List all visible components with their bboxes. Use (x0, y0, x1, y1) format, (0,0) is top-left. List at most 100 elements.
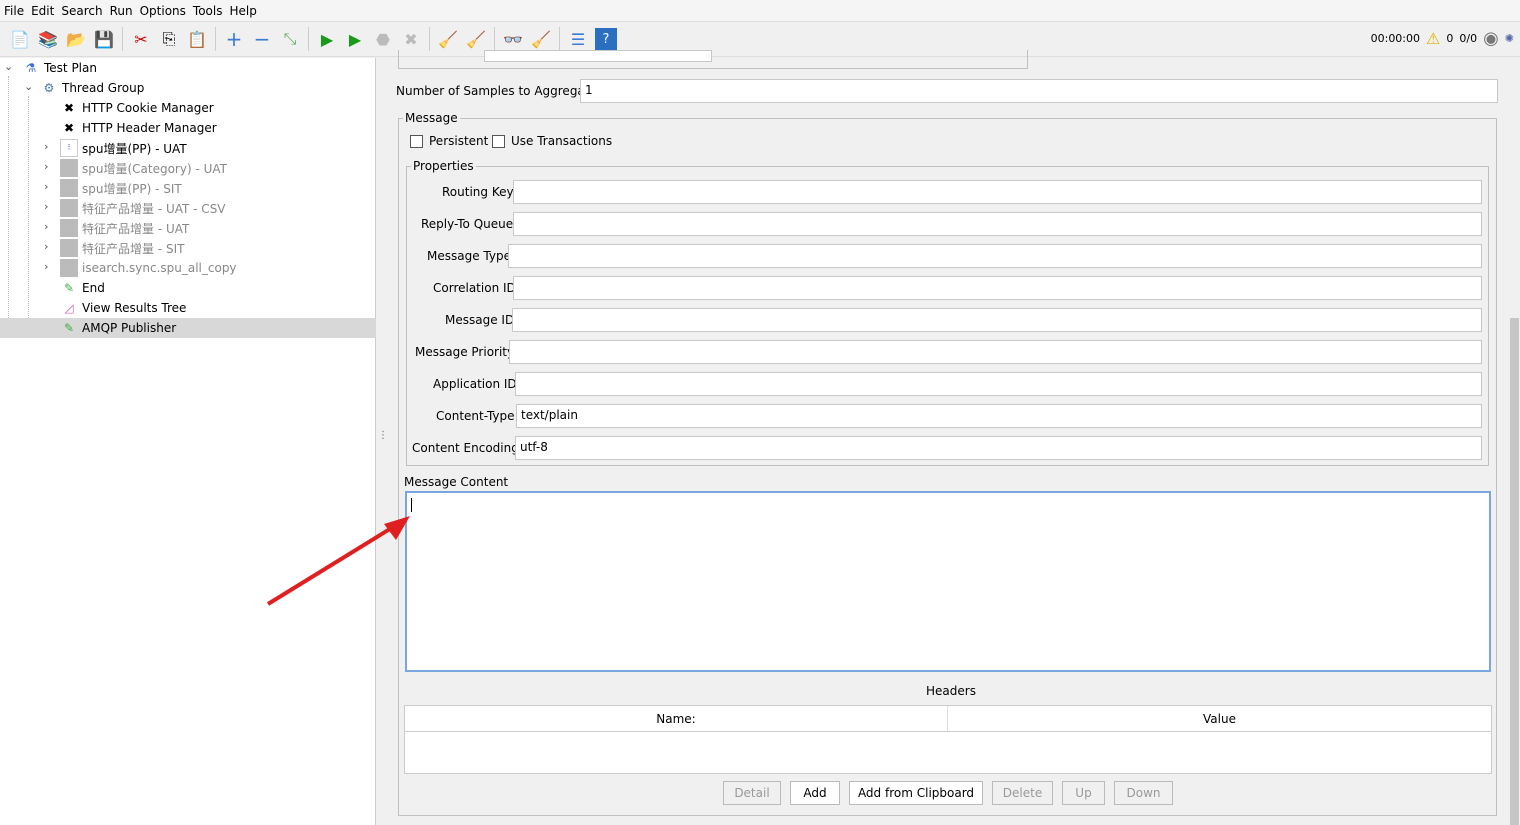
tree-node-controller-disabled[interactable]: isearch.sync.spu_all_copy (60, 258, 237, 278)
tree-node-controller-disabled[interactable]: 特征产品增量 - SIT (60, 238, 184, 258)
content-encoding-input[interactable]: utf-8 (515, 436, 1482, 460)
shutdown-icon[interactable]: ✖ (400, 28, 422, 50)
headers-title: Headers (926, 684, 976, 698)
reply-to-queue-input[interactable] (513, 212, 1482, 236)
open-icon[interactable]: 📂 (65, 28, 87, 50)
tree-node-amqp-publisher[interactable]: ✎ AMQP Publisher (0, 318, 376, 338)
menu-help[interactable]: Help (229, 4, 256, 18)
message-id-input[interactable] (512, 308, 1482, 332)
menu-bar: File Edit Search Run Options Tools Help (0, 0, 1520, 21)
message-type-input[interactable] (508, 244, 1482, 268)
content-type-input[interactable]: text/plain (516, 404, 1482, 428)
expand-chevron-icon[interactable]: › (44, 140, 48, 153)
expand-chevron-icon[interactable]: › (44, 180, 48, 193)
tree-node-controller-disabled[interactable]: 特征产品增量 - UAT (60, 218, 189, 238)
function-helper-icon[interactable]: ☰ (567, 28, 589, 50)
tree-node-controller-disabled[interactable]: spu增量(Category) - UAT (60, 158, 227, 178)
clear-icon[interactable]: 🧹 (437, 28, 459, 50)
elapsed-time: 00:00:00 (1370, 32, 1421, 45)
expand-chevron-icon[interactable]: › (44, 160, 48, 173)
add-from-clipboard-button[interactable]: Add from Clipboard (849, 781, 983, 805)
start-no-pause-icon[interactable]: ▶ (344, 28, 366, 50)
up-button[interactable]: Up (1062, 781, 1105, 805)
error-count: 0 (1446, 32, 1454, 45)
tree-node-view-results-tree[interactable]: ◿ View Results Tree (60, 298, 186, 318)
collapse-chevron-icon[interactable]: ⌄ (4, 60, 13, 73)
cut-icon[interactable]: ✂ (130, 28, 152, 50)
save-icon[interactable]: 💾 (93, 28, 115, 50)
add-button[interactable]: Add (790, 781, 840, 805)
detail-button[interactable]: Detail (723, 781, 781, 805)
warning-icon[interactable]: ⚠ (1426, 29, 1440, 48)
tree-node-end[interactable]: ✎ End (60, 278, 105, 298)
menu-edit[interactable]: Edit (31, 4, 54, 18)
log-icon[interactable]: ✺ (1505, 32, 1514, 45)
column-header-value[interactable]: Value (948, 706, 1491, 732)
expand-chevron-icon[interactable]: › (44, 240, 48, 253)
application-id-label: Application ID (433, 377, 517, 391)
menu-tools[interactable]: Tools (193, 4, 223, 18)
menu-file[interactable]: File (4, 4, 24, 18)
correlation-id-input[interactable] (513, 276, 1482, 300)
column-header-name[interactable]: Name: (405, 706, 948, 732)
reply-to-queue-label: Reply-To Queue (421, 217, 514, 231)
delete-button[interactable]: Delete (992, 781, 1053, 805)
new-icon[interactable]: 📄 (9, 28, 31, 50)
search-icon[interactable]: 👓 (502, 28, 524, 50)
pipette-icon: ✎ (63, 321, 75, 335)
tree-node-thread-group[interactable]: ⚙ Thread Group (40, 78, 145, 98)
routing-key-label: Routing Key (442, 185, 514, 199)
persistent-checkbox[interactable]: Persistent (410, 134, 488, 148)
message-type-label: Message Type (427, 249, 511, 263)
properties-legend: Properties (411, 159, 476, 173)
message-id-label: Message ID (445, 313, 515, 327)
headers-table[interactable]: Name: Value (404, 705, 1492, 774)
controller-icon (60, 159, 78, 177)
samples-input[interactable]: 1 (580, 79, 1498, 103)
expand-chevron-icon[interactable]: › (44, 260, 48, 273)
expand-icon[interactable]: + (223, 27, 245, 51)
tree-node-controller-disabled[interactable]: spu增量(PP) - SIT (60, 178, 182, 198)
correlation-id-label: Correlation ID (433, 281, 516, 295)
application-id-input[interactable] (515, 372, 1482, 396)
toggle-icon[interactable]: ⤡ (279, 28, 301, 50)
tree-node-cookie-manager[interactable]: ✖ HTTP Cookie Manager (60, 98, 214, 118)
message-priority-label: Message Priority (415, 345, 515, 359)
clear-all-icon[interactable]: 🧹 (465, 28, 487, 50)
tools-icon: ✖ (63, 101, 75, 115)
test-plan-tree: ⌄ ⌄ › › › › › › › ⚗ Test Plan ⚙ Thread Gro… (0, 58, 376, 825)
scrollbar-thumb[interactable] (1510, 318, 1519, 825)
help-icon[interactable]: ? (595, 28, 617, 50)
collapse-icon[interactable]: − (251, 27, 273, 51)
stop-icon[interactable]: ⬣ (372, 28, 394, 50)
message-priority-input[interactable] (509, 340, 1482, 364)
use-transactions-checkbox[interactable]: Use Transactions (492, 134, 612, 148)
templates-icon[interactable]: 📚 (37, 28, 59, 50)
tree-node-controller[interactable]: ⁝ spu增量(PP) - UAT (60, 138, 187, 158)
menu-run[interactable]: Run (110, 4, 133, 18)
expand-chevron-icon[interactable]: › (44, 220, 48, 233)
tree-node-header-manager[interactable]: ✖ HTTP Header Manager (60, 118, 217, 138)
reset-search-icon[interactable]: 🧹 (530, 28, 552, 50)
split-pane-divider[interactable]: ⋮ (377, 58, 388, 825)
controller-icon (60, 199, 78, 217)
gear-icon: ⚙ (43, 81, 55, 95)
message-content-textarea[interactable] (405, 491, 1491, 672)
routing-key-input[interactable] (513, 180, 1482, 204)
collapse-chevron-icon[interactable]: ⌄ (24, 80, 33, 93)
tree-node-test-plan[interactable]: ⚗ Test Plan (22, 58, 97, 78)
copy-icon[interactable]: ⎘ (158, 28, 180, 50)
pipette-icon: ✎ (63, 281, 75, 295)
remote-icon[interactable]: ◉ (1483, 28, 1499, 49)
tree-node-controller-disabled[interactable]: 特征产品增量 - UAT - CSV (60, 198, 226, 218)
content-type-label: Content-Type (436, 409, 515, 423)
menu-search[interactable]: Search (61, 4, 102, 18)
upper-field-fragment[interactable] (484, 50, 712, 62)
down-button[interactable]: Down (1114, 781, 1173, 805)
chart-icon: ◿ (64, 301, 74, 315)
menu-options[interactable]: Options (140, 4, 186, 18)
expand-chevron-icon[interactable]: › (44, 200, 48, 213)
tools-icon: ✖ (63, 121, 75, 135)
paste-icon[interactable]: 📋 (186, 28, 208, 50)
start-icon[interactable]: ▶ (316, 28, 338, 50)
